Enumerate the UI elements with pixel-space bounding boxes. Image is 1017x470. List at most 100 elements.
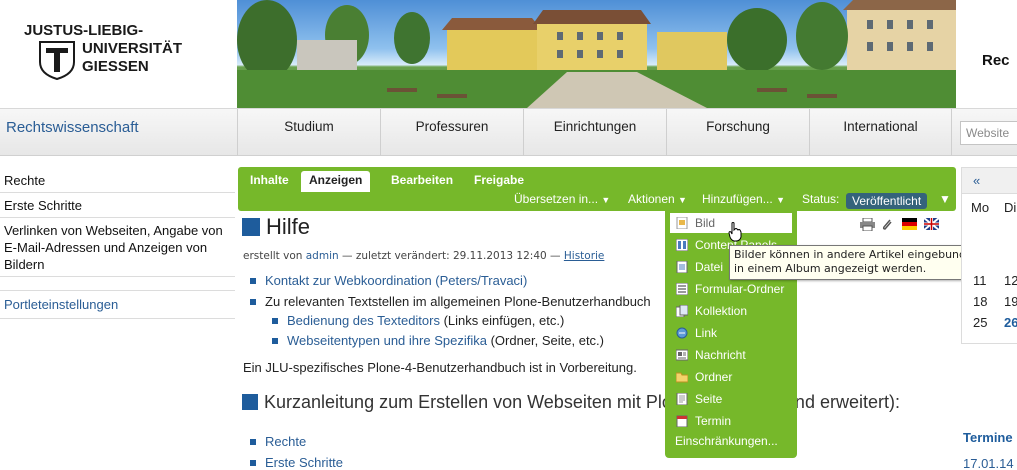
hand-cursor-icon [728, 222, 742, 242]
tab-anzeigen[interactable]: Anzeigen [301, 171, 371, 192]
german-flag-icon[interactable] [902, 218, 917, 231]
page-types-note: (Ordner, Seite, etc.) [486, 333, 604, 348]
calendar-prev-button[interactable]: « [973, 173, 980, 188]
nav-tab-forschung[interactable]: Forschung [666, 109, 809, 156]
campus-panorama-image [237, 0, 956, 108]
section-heading: Kurzanleitung zum Erstellen von Webseite… [242, 392, 962, 412]
english-flag-icon[interactable] [924, 218, 939, 231]
text-editor-link[interactable]: Bedienung des Texteditors [287, 313, 440, 328]
calendar-day-header: Mo [971, 200, 990, 215]
byline-history-link[interactable]: Historie [564, 250, 605, 262]
add-menu-item-label: Datei [695, 260, 724, 274]
portlet-settings-link[interactable]: Portleteinstellungen [0, 290, 235, 319]
content-panels-icon [676, 239, 688, 251]
site-name-link[interactable]: Rechtswissenschaft [6, 119, 139, 136]
rights-link[interactable]: Rechte [249, 434, 306, 449]
logo-text-line-3: GIESSEN [82, 58, 149, 75]
tab-bearbeiten[interactable]: Bearbeiten [383, 171, 461, 191]
left-nav-item-verlinken[interactable]: Verlinken von Webseiten, Angabe von E-Ma… [0, 218, 235, 277]
status-label: Status: [802, 192, 840, 206]
calendar-header: « [962, 168, 1017, 194]
add-menu-label: Hinzufügen... [702, 192, 773, 206]
byline-created-label: erstellt von [243, 250, 303, 262]
list-item: Zu relevanten Textstellen im allgemeinen… [250, 294, 651, 309]
left-nav-item-rechte[interactable]: Rechte [0, 168, 235, 193]
logo-text-line-1: JUSTUS-LIEBIG- [24, 22, 144, 39]
news-icon [676, 349, 688, 361]
contact-link[interactable]: Kontakt zur Webkoordination (Peters/Trav… [249, 273, 527, 288]
first-steps-link[interactable]: Erste Schritte [249, 455, 343, 470]
translate-menu[interactable]: Übersetzen in... ▼ [514, 192, 610, 206]
add-menu-item-nachricht[interactable]: Nachricht [670, 345, 792, 365]
list-item: Bedienung des Texteditors (Links einfüge… [271, 313, 565, 328]
add-menu-item-link[interactable]: Link [670, 323, 792, 343]
tab-freigabe[interactable]: Freigabe [466, 171, 532, 191]
university-logo[interactable]: JUSTUS-LIEBIG- UNIVERSITÄT GIESSEN [22, 22, 182, 82]
header-site-heading: Rec [982, 52, 1010, 69]
calendar-day[interactable]: 18 [973, 294, 987, 309]
calendar-day-header: Di [1004, 200, 1017, 215]
events-item-date[interactable]: 17.01.14 [963, 456, 1014, 470]
add-menu-item-formular-ordner[interactable]: Formular-Ordner [670, 279, 792, 299]
add-menu-item-ordner[interactable]: Ordner [670, 367, 792, 387]
nav-tab-einrichtungen[interactable]: Einrichtungen [523, 109, 666, 156]
calendar-day[interactable]: 11 [973, 273, 987, 288]
form-folder-icon [676, 283, 688, 295]
add-menu-item-label: Termin [695, 414, 732, 428]
add-menu-item-label: Formular-Ordner [695, 282, 785, 296]
section-heading-text: Kurzanleitung zum Erstellen von Webseite… [264, 392, 900, 412]
status-menu[interactable]: Veröffentlicht [846, 193, 928, 209]
chevron-down-icon: ▼ [678, 195, 687, 205]
add-menu-item-label: Bild [695, 216, 716, 230]
handbook-note: Ein JLU-spezifisches Plone-4-Benutzerhan… [243, 360, 637, 375]
add-menu-item-label: Kollektion [695, 304, 748, 318]
nav-tab-international[interactable]: International [809, 109, 952, 156]
add-menu-item-kollektion[interactable]: Kollektion [670, 301, 792, 321]
add-menu-restrictions-link[interactable]: Einschränkungen... [675, 434, 778, 448]
calendar-day-event[interactable]: 26 [1004, 315, 1017, 330]
nav-tab-studium[interactable]: Studium [237, 109, 380, 156]
add-menu-item-label: Seite [695, 392, 723, 406]
chevron-down-icon[interactable]: ▼ [939, 192, 951, 206]
text-editor-note: (Links einfügen, etc.) [439, 313, 565, 328]
print-icon[interactable] [860, 218, 875, 231]
site-header: JUSTUS-LIEBIG- UNIVERSITÄT GIESSEN Rec [0, 0, 1017, 108]
page-icon [676, 393, 688, 405]
calendar-day[interactable]: 12 [1004, 273, 1017, 288]
nav-tab-professuren[interactable]: Professuren [380, 109, 523, 156]
add-menu-item-label: Nachricht [695, 348, 746, 362]
search-input[interactable]: Website [960, 121, 1017, 145]
section-square-icon [242, 394, 258, 410]
panorama-illustration [237, 0, 956, 108]
image-icon [676, 217, 688, 229]
translate-menu-label: Übersetzen in... [514, 192, 599, 206]
events-portlet-title[interactable]: Termine [963, 430, 1013, 445]
university-emblem-icon [39, 41, 75, 80]
chevron-down-icon: ▼ [601, 195, 611, 205]
chevron-down-icon: ▼ [776, 195, 785, 205]
attachment-icon[interactable] [880, 218, 895, 231]
actions-menu[interactable]: Aktionen ▼ [628, 192, 687, 206]
page-types-link[interactable]: Webseitentypen und ihre Spezifika [287, 333, 487, 348]
add-menu-item-label: Link [695, 326, 718, 340]
folder-icon [676, 372, 688, 383]
byline-author-link[interactable]: admin [306, 250, 339, 262]
document-actions [860, 218, 956, 234]
add-menu-item-seite[interactable]: Seite [670, 389, 792, 409]
collection-icon [676, 305, 688, 317]
byline-modified-text: — zuletzt verändert: 29.11.2013 12:40 — [342, 250, 561, 262]
left-nav-item-erste-schritte[interactable]: Erste Schritte [0, 193, 235, 218]
logo-text-line-2: UNIVERSITÄT [82, 40, 183, 57]
add-menu[interactable]: Hinzufügen... ▼ [702, 192, 785, 206]
calendar-day[interactable]: 19 [1004, 294, 1017, 309]
calendar-day[interactable]: 25 [973, 315, 987, 330]
tab-inhalte[interactable]: Inhalte [242, 171, 297, 191]
actions-menu-label: Aktionen [628, 192, 675, 206]
left-navigation: Rechte Erste Schritte Verlinken von Webs… [0, 168, 235, 277]
content-edit-bar: Inhalte Anzeigen Bearbeiten Freigabe Übe… [238, 167, 956, 211]
page-title-text: Hilfe [266, 214, 311, 239]
event-icon [676, 415, 688, 427]
add-menu-item-termin[interactable]: Termin [670, 411, 792, 431]
page-title: Hilfe [242, 214, 310, 240]
title-square-icon [242, 218, 260, 236]
